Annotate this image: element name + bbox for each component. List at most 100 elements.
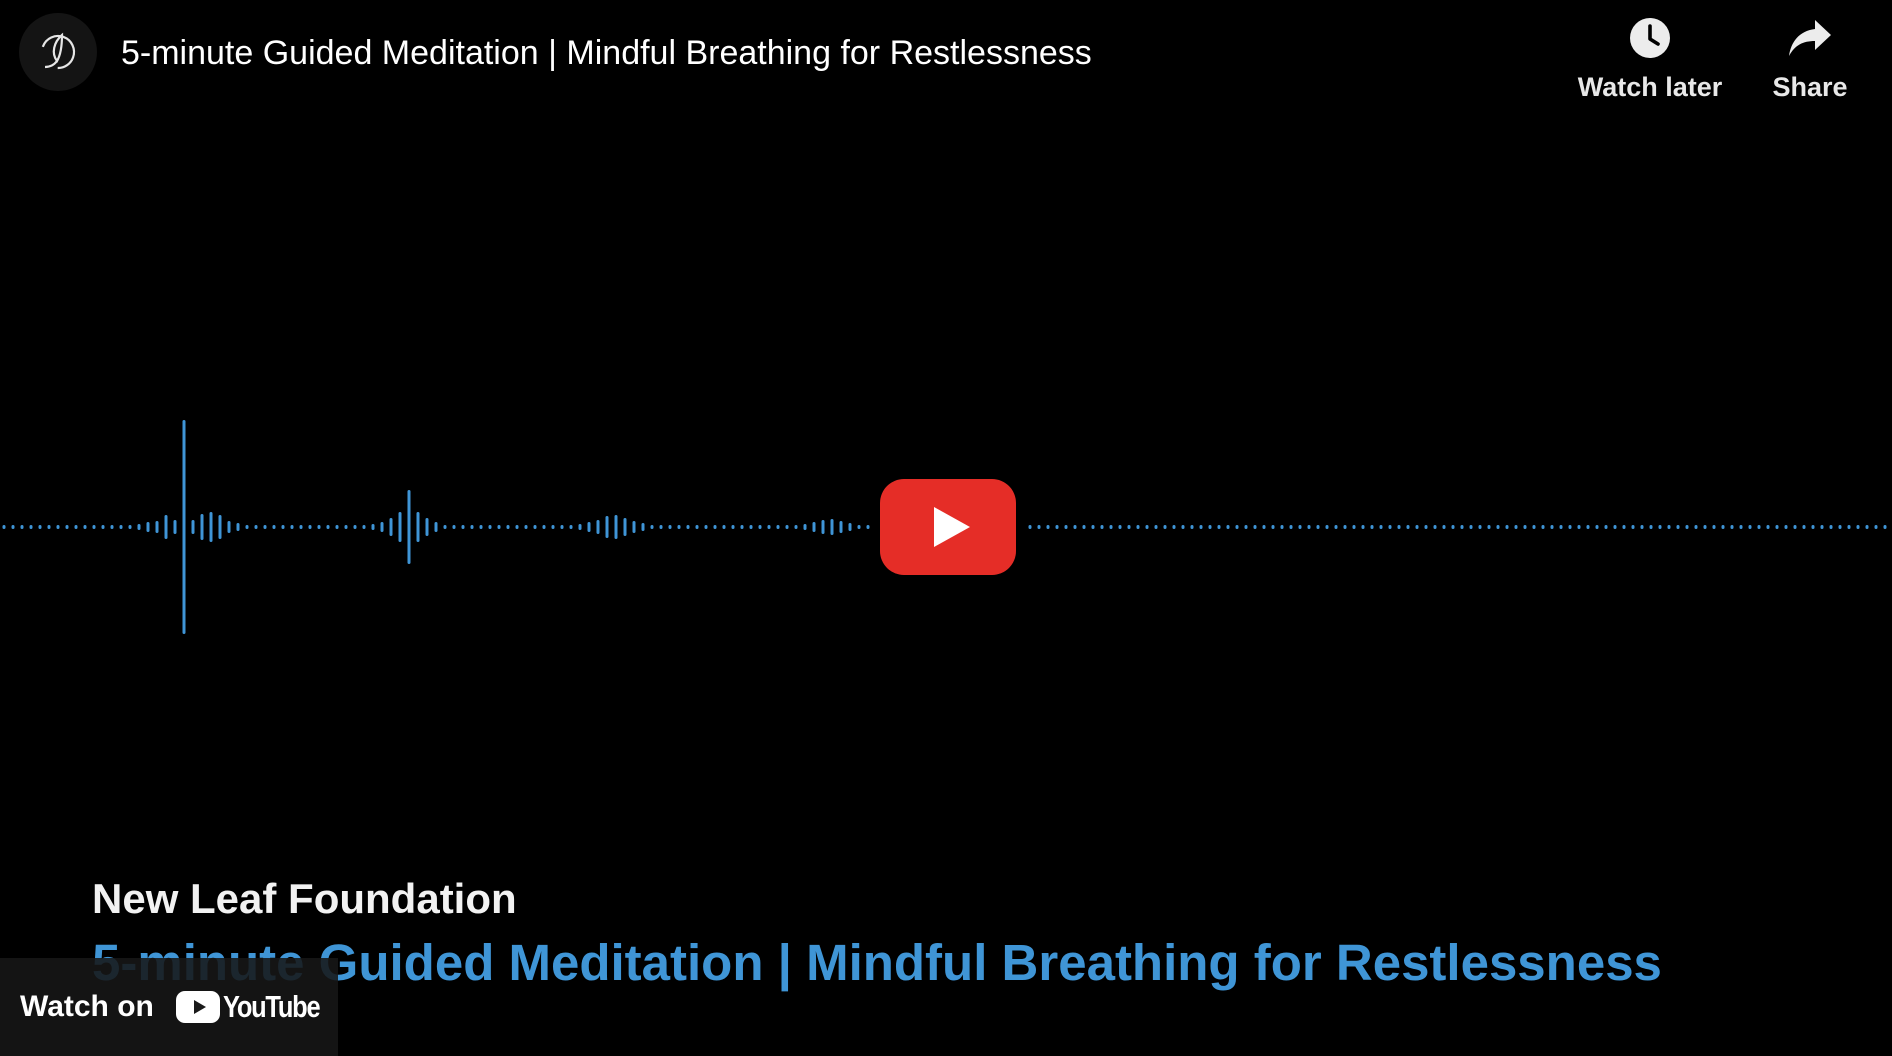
waveform-bar bbox=[1784, 525, 1788, 529]
waveform-bar bbox=[1388, 525, 1392, 529]
waveform-bar bbox=[461, 525, 465, 529]
waveform-bar bbox=[1253, 525, 1257, 529]
waveform-bar bbox=[1856, 525, 1860, 529]
waveform-bar bbox=[164, 515, 168, 539]
video-player[interactable]: 5-minute Guided Meditation | Mindful Bre… bbox=[0, 0, 1892, 1056]
waveform-bar bbox=[506, 525, 510, 529]
waveform-bar bbox=[1343, 525, 1347, 529]
waveform-bar bbox=[1514, 525, 1518, 529]
waveform-bar bbox=[38, 525, 42, 529]
waveform-bar bbox=[1577, 525, 1581, 529]
waveform-bar bbox=[353, 525, 357, 529]
waveform-bar bbox=[29, 525, 33, 529]
waveform-bar bbox=[1208, 525, 1212, 529]
waveform-bar bbox=[1694, 525, 1698, 529]
waveform-bar bbox=[407, 490, 411, 564]
waveform-bar bbox=[479, 525, 483, 529]
waveform-bar bbox=[1118, 525, 1122, 529]
waveform-bar bbox=[1559, 525, 1563, 529]
share-arrow-icon bbox=[1789, 20, 1831, 56]
channel-avatar[interactable] bbox=[19, 13, 97, 91]
waveform-bar bbox=[821, 520, 825, 534]
waveform-bar bbox=[542, 525, 546, 529]
waveform-bar bbox=[533, 525, 537, 529]
waveform-bar bbox=[263, 525, 267, 529]
waveform-bar bbox=[119, 525, 123, 529]
waveform-bar bbox=[668, 525, 672, 529]
waveform-bar bbox=[1361, 525, 1365, 529]
waveform-bar bbox=[596, 520, 600, 534]
waveform-bar bbox=[1154, 525, 1158, 529]
waveform-bar bbox=[1874, 525, 1878, 529]
waveform-bar bbox=[137, 524, 141, 530]
waveform-bar bbox=[1325, 525, 1329, 529]
waveform-bar bbox=[1649, 525, 1653, 529]
waveform-bar bbox=[1037, 525, 1041, 529]
waveform-bar bbox=[524, 525, 528, 529]
waveform-bar bbox=[731, 525, 735, 529]
waveform-bar bbox=[20, 525, 24, 529]
waveform-bar bbox=[65, 525, 69, 529]
waveform-bar bbox=[560, 525, 564, 529]
waveform-bar bbox=[605, 516, 609, 538]
waveform-bar bbox=[1082, 525, 1086, 529]
waveform-bar bbox=[839, 521, 843, 533]
waveform-bar bbox=[1613, 525, 1617, 529]
video-title[interactable]: 5-minute Guided Meditation | Mindful Bre… bbox=[121, 34, 1092, 73]
waveform-bar bbox=[587, 522, 591, 532]
waveform-bar bbox=[650, 525, 654, 529]
waveform-bar bbox=[740, 525, 744, 529]
waveform-bar bbox=[497, 525, 501, 529]
waveform-bar bbox=[1631, 525, 1635, 529]
waveform-bar bbox=[1172, 525, 1176, 529]
waveform-bar bbox=[1523, 525, 1527, 529]
waveform-bar bbox=[848, 523, 852, 531]
watch-later-button[interactable]: Watch later bbox=[1570, 16, 1730, 103]
waveform-bar bbox=[1640, 525, 1644, 529]
waveform-bar bbox=[713, 525, 717, 529]
waveform-bar bbox=[1595, 525, 1599, 529]
waveform-bar bbox=[488, 525, 492, 529]
waveform-bar bbox=[803, 524, 807, 530]
waveform-bar bbox=[182, 420, 186, 634]
waveform-bar bbox=[1550, 525, 1554, 529]
waveform-bar bbox=[1424, 525, 1428, 529]
waveform-bar bbox=[1847, 525, 1851, 529]
waveform-bar bbox=[866, 525, 870, 529]
youtube-wordmark: YouTube bbox=[222, 989, 321, 1024]
waveform-bar bbox=[47, 525, 51, 529]
waveform-bar bbox=[1730, 525, 1734, 529]
waveform-bar bbox=[1307, 525, 1311, 529]
waveform-bar bbox=[1775, 525, 1779, 529]
waveform-bar bbox=[110, 525, 114, 529]
waveform-bar bbox=[2, 525, 6, 529]
play-button[interactable] bbox=[880, 479, 1016, 575]
waveform-bar bbox=[1829, 525, 1833, 529]
waveform-bar bbox=[1532, 525, 1536, 529]
waveform-bar bbox=[74, 525, 78, 529]
waveform-bar bbox=[1568, 525, 1572, 529]
waveform-bar bbox=[1073, 525, 1077, 529]
waveform-bar bbox=[785, 525, 789, 529]
watch-on-label: Watch on bbox=[20, 990, 154, 1023]
waveform-bar bbox=[101, 525, 105, 529]
waveform-bar bbox=[749, 525, 753, 529]
waveform-bar bbox=[344, 525, 348, 529]
waveform-bar bbox=[695, 525, 699, 529]
waveform-bar bbox=[1478, 525, 1482, 529]
waveform-bar bbox=[1289, 525, 1293, 529]
waveform-bar bbox=[425, 518, 429, 536]
waveform-bar bbox=[191, 520, 195, 534]
share-button[interactable]: Share bbox=[1750, 16, 1870, 103]
waveform-bar bbox=[623, 518, 627, 536]
waveform-bar bbox=[389, 518, 393, 536]
waveform-bar bbox=[1046, 525, 1050, 529]
waveform-bar bbox=[1658, 525, 1662, 529]
waveform-bar bbox=[1748, 525, 1752, 529]
waveform-bar bbox=[245, 525, 249, 529]
waveform-bar bbox=[614, 515, 618, 539]
watch-on-youtube-button[interactable]: Watch on YouTube bbox=[0, 958, 338, 1056]
waveform-bar bbox=[1379, 525, 1383, 529]
waveform-bar bbox=[1064, 525, 1068, 529]
waveform-bar bbox=[146, 522, 150, 532]
